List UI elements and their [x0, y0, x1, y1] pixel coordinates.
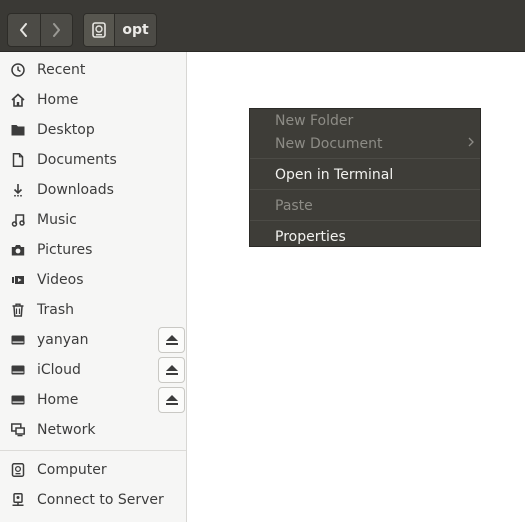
sidebar-item-documents[interactable]: Documents: [0, 145, 186, 175]
sidebar-item-label: Recent: [37, 62, 86, 78]
folder-icon: [11, 125, 25, 136]
drive-icon: [92, 22, 106, 38]
drive-icon: [11, 335, 25, 345]
eject-icon: [165, 335, 178, 345]
menu-item-new-document[interactable]: New Document: [275, 135, 383, 153]
sidebar-item-pictures[interactable]: Pictures: [0, 235, 186, 265]
path-root-button[interactable]: [84, 14, 115, 46]
sidebar-item-label: iCloud: [37, 362, 81, 378]
menu-separator: [250, 220, 480, 221]
computer-icon: [11, 463, 25, 477]
forward-button[interactable]: [41, 14, 73, 46]
clock-icon: [11, 63, 25, 77]
server-icon: [12, 493, 24, 506]
sidebar-item-label: Downloads: [37, 182, 114, 198]
music-icon: [11, 214, 25, 227]
sidebar-item-computer[interactable]: Computer: [0, 455, 186, 485]
menu-item-paste[interactable]: Paste: [275, 197, 313, 215]
sidebar-item-label: Videos: [37, 272, 84, 288]
sidebar-item-label: yanyan: [37, 332, 89, 348]
sidebar-item-label: Home: [37, 392, 79, 408]
sidebar-item-home-drive[interactable]: Home: [0, 385, 186, 415]
sidebar-item-connect-to-server[interactable]: Connect to Server: [0, 485, 186, 515]
path-bar: opt: [83, 13, 157, 47]
sidebar-item-label: Network: [37, 422, 96, 438]
drive-icon: [11, 365, 25, 375]
context-menu: New Folder New Document Open in Terminal…: [249, 108, 481, 247]
home-icon: [11, 93, 25, 107]
sidebar-item-yanyan[interactable]: yanyan: [0, 325, 186, 355]
sidebar-item-label: Pictures: [37, 242, 93, 258]
sidebar-item-videos[interactable]: Videos: [0, 265, 186, 295]
header-bar: opt: [0, 0, 525, 52]
sidebar-item-label: Computer: [37, 462, 107, 478]
sidebar-item-icloud[interactable]: iCloud: [0, 355, 186, 385]
sidebar-item-label: Desktop: [37, 122, 95, 138]
sidebar-separator: [0, 450, 186, 451]
sidebar-item-label: Documents: [37, 152, 117, 168]
sidebar-item-label: Trash: [37, 302, 74, 318]
eject-icon: [165, 395, 178, 405]
trash-icon: [12, 303, 24, 317]
chevron-right-icon: [468, 137, 474, 147]
path-current-button[interactable]: opt: [115, 14, 156, 46]
sidebar-item-music[interactable]: Music: [0, 205, 186, 235]
sidebar: Recent Home Desktop Documents Downloads …: [0, 52, 187, 522]
eject-button[interactable]: [158, 327, 185, 353]
sidebar-item-label: Music: [37, 212, 77, 228]
back-button[interactable]: [8, 14, 41, 46]
menu-separator: [250, 158, 480, 159]
eject-button[interactable]: [158, 357, 185, 383]
download-icon: [13, 184, 23, 197]
menu-item-new-folder[interactable]: New Folder: [275, 112, 353, 130]
menu-separator: [250, 189, 480, 190]
sidebar-item-trash[interactable]: Trash: [0, 295, 186, 325]
chevron-left-icon: [19, 23, 27, 37]
eject-button[interactable]: [158, 387, 185, 413]
video-icon: [12, 276, 24, 284]
document-icon: [12, 153, 24, 167]
sidebar-item-desktop[interactable]: Desktop: [0, 115, 186, 145]
camera-icon: [11, 245, 25, 256]
sidebar-item-downloads[interactable]: Downloads: [0, 175, 186, 205]
drive-icon: [11, 395, 25, 405]
eject-icon: [165, 365, 178, 375]
sidebar-item-label: Connect to Server: [37, 492, 164, 508]
sidebar-item-home[interactable]: Home: [0, 85, 186, 115]
network-icon: [11, 423, 25, 437]
sidebar-item-label: Home: [37, 92, 79, 108]
sidebar-item-network[interactable]: Network: [0, 415, 186, 445]
menu-item-properties[interactable]: Properties: [275, 228, 346, 246]
chevron-right-icon: [53, 23, 61, 37]
sidebar-item-recent[interactable]: Recent: [0, 55, 186, 85]
menu-item-open-in-terminal[interactable]: Open in Terminal: [275, 166, 393, 184]
navigation-buttons: [7, 13, 73, 47]
